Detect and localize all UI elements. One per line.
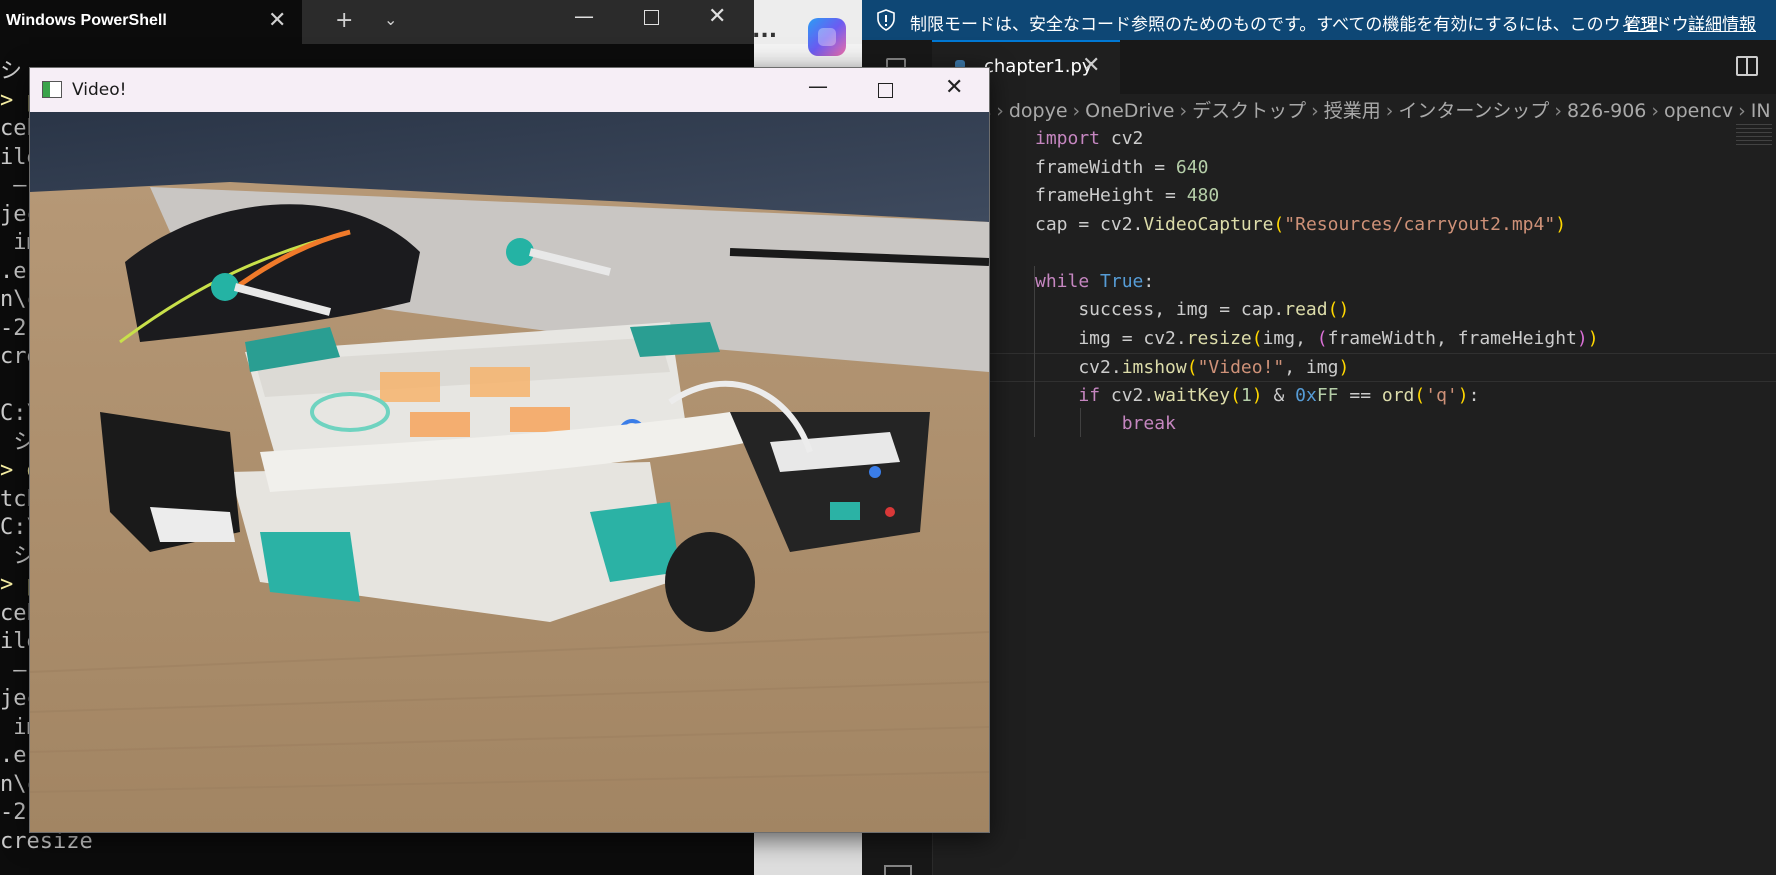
account-icon[interactable] [884,865,912,875]
code-line: 3 frameHeight = 480 [862,182,1776,211]
code-line: 1 import cv2 [862,125,1776,154]
code-text: frameHeight = 480 [1035,185,1220,206]
banner-message: 制限モードは、安全なコード参照のためのものです。すべての機能を有効にするには、こ… [910,15,1705,35]
code-line: 5 [862,239,1776,268]
breadcrumb-item[interactable]: IN [1751,100,1771,122]
code-line-current: 9 cv2.imshow("Video!", img) [862,353,1776,382]
breadcrumb-item[interactable]: dopye [1009,100,1068,122]
plus-icon[interactable]: + [335,8,353,33]
video-frame-image [30,112,989,832]
powershell-titlebar: Windows PowerShell ✕ + ⌄ — ✕ [0,0,754,44]
code-line: 6 while True: [862,268,1776,297]
breadcrumb: Users›dopye›OneDrive›デスクトップ›授業用›インターンシップ… [938,96,1771,123]
chevron-right-icon: › [1311,100,1319,122]
banner-details-link[interactable]: 詳細情報 [1688,10,1756,35]
code-line: 8 img = cv2.resize(img, (frameWidth, fra… [862,325,1776,354]
copilot-icon[interactable] [808,18,846,56]
maximize-icon[interactable] [878,83,893,98]
code-text: import cv2 [1035,128,1144,149]
code-text: frameWidth = 640 [1035,156,1209,178]
code-line: 7 success, img = cap.read() [862,296,1776,325]
breadcrumb-item[interactable]: 授業用 [1324,100,1381,122]
video-window: Video! — ✕ [29,67,990,833]
code-text: break [1121,413,1176,434]
video-window-title: Video! [72,80,127,100]
chevron-right-icon: › [1385,100,1394,122]
code-text: if cv2.waitKey(1) & 0xFF == ord('q'): [1078,384,1480,406]
powershell-tab-title: Windows PowerShell [6,12,167,29]
chevron-right-icon: › [1179,100,1188,122]
indent-guide [1080,408,1081,437]
minimize-icon[interactable]: — [808,74,828,98]
shield-icon [877,9,895,31]
chevron-right-icon: › [1554,100,1562,122]
code-text: cap = cv2.VideoCapture("Resources/carryo… [1035,213,1567,235]
minimap[interactable] [1736,124,1772,148]
breadcrumb-item[interactable]: デスクトップ [1192,100,1306,122]
chevron-right-icon: › [1738,100,1746,122]
indent-guide [1034,266,1035,437]
code-text: cv2.imshow("Video!", img) [1035,357,1350,378]
code-text: success, img = cap.read() [1035,299,1350,320]
chevron-right-icon: › [1651,100,1659,122]
close-icon[interactable]: ✕ [708,4,726,29]
vscode-window: 制限モードは、安全なコード参照のためのものです。すべての機能を有効にするには、こ… [862,0,1776,875]
video-frame[interactable] [30,112,989,832]
restricted-mode-banner: 制限モードは、安全なコード参照のためのものです。すべての機能を有効にするには、こ… [862,0,1776,40]
editor-tabs: chapter1.py ✕ [932,40,1776,94]
chevron-right-icon: › [1072,100,1081,122]
code-line: 0 if cv2.waitKey(1) & 0xFF == ord('q'): [862,382,1776,411]
code-line: 4 cap = cv2.VideoCapture("Resources/carr… [862,211,1776,240]
video-titlebar: Video! — ✕ [30,68,989,112]
code-text: while True: [1035,270,1155,292]
opencv-window-icon [42,81,62,98]
banner-manage-link[interactable]: 管理 [1624,10,1658,35]
maximize-icon[interactable] [644,10,659,25]
code-text: img = cv2.resize(img, (frameWidth, frame… [1035,327,1599,349]
powershell-tab[interactable]: Windows PowerShell ✕ [0,0,302,44]
breadcrumb-item[interactable]: opencv [1664,100,1733,122]
close-icon[interactable]: ✕ [268,8,286,33]
overflow-indicator: ... [752,18,778,43]
close-icon[interactable]: ✕ [1082,53,1100,78]
breadcrumb-item[interactable]: OneDrive [1085,100,1174,122]
code-line: 1 break [862,410,1776,439]
background-window-footer [754,830,862,875]
close-icon[interactable]: ✕ [945,75,963,100]
breadcrumb-item[interactable]: インターンシップ [1398,100,1549,122]
chevron-right-icon: › [996,100,1004,122]
code-line: 2 frameWidth = 640 [862,154,1776,183]
code-editor[interactable]: 1 import cv2 2 frameWidth = 640 3 frameH… [862,125,1776,439]
breadcrumb-item[interactable]: 826-906 [1567,100,1646,122]
chevron-down-icon[interactable]: ⌄ [384,10,397,29]
minimize-icon[interactable]: — [574,4,594,28]
split-editor-icon[interactable] [1736,56,1758,76]
tab-label: chapter1.py [984,56,1093,77]
